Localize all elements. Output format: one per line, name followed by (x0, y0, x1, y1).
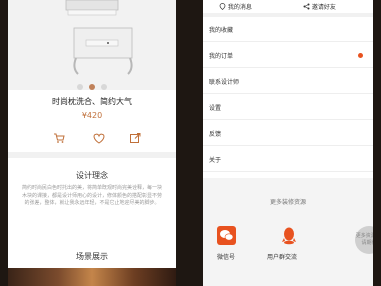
carousel-dot-active[interactable] (89, 84, 95, 90)
messages-link[interactable]: 我的消息 (219, 2, 252, 11)
product-actions (8, 131, 176, 145)
wechat-label: 微信号 (217, 254, 236, 261)
stage: 时尚枕洗合、简约大气 ¥420 设计理念 简约时尚民白色时托出的美，将简单既观时… (0, 0, 381, 286)
carousel-dot[interactable] (77, 84, 83, 90)
share-nodes-icon (303, 3, 310, 10)
menu-item-orders[interactable]: 我的订单 (203, 43, 373, 68)
product-price: ¥420 (81, 111, 103, 120)
scene-photo (8, 268, 176, 286)
product-title: 时尚枕洗合、简约大气 (52, 97, 132, 106)
share-icon[interactable] (128, 131, 142, 145)
menu-item-label: 关于 (209, 157, 222, 164)
top-links: 我的消息 邀请好友 (203, 0, 373, 13)
menu-item-label: 反馈 (209, 131, 222, 138)
invite-friends-link[interactable]: 邀请好友 (303, 2, 336, 11)
cart-icon[interactable] (52, 131, 66, 145)
carousel-indicator (8, 75, 176, 94)
wechat-glyph (220, 230, 234, 241)
menu-item-label: 我的收藏 (209, 27, 234, 34)
account-screen: 我的消息 邀请好友 我的收藏 我的订单 联系设计师 设置 反馈 关于 更多装修资… (203, 0, 373, 286)
menu-item-settings[interactable]: 设置 (203, 95, 373, 120)
more-resources-title: 更多装修资源 (269, 199, 306, 206)
menu-item-label: 联系设计师 (209, 79, 240, 86)
heart-icon[interactable] (92, 131, 106, 145)
section-divider (8, 152, 176, 158)
concept-text: 简约时尚民白色时托出的美，将简单既观时尚完美诠释，每一块木块的课接，都是设计师用… (21, 185, 162, 206)
location-pin-icon (219, 3, 226, 10)
menu-item-feedback[interactable]: 反馈 (203, 121, 373, 146)
product-image-carousel[interactable] (8, 0, 176, 90)
menu-item-favorites[interactable]: 我的收藏 (203, 17, 373, 42)
menu-item-label: 设置 (209, 105, 222, 112)
scene-title: 场景展示 (76, 252, 108, 261)
qq-group-label: 用户群交流 (267, 254, 298, 261)
menu-item-contact-designer[interactable]: 联系设计师 (203, 69, 373, 94)
carousel-dot[interactable] (101, 84, 107, 90)
wechat-icon[interactable] (217, 226, 236, 245)
notification-dot (358, 53, 363, 58)
invite-friends-link-label: 邀请好友 (311, 4, 336, 11)
menu-item-about[interactable]: 关于 (203, 147, 373, 172)
qq-icon[interactable] (281, 226, 297, 245)
product-detail-screen: 时尚枕洗合、简约大气 ¥420 设计理念 简约时尚民白色时托出的美，将简单既观时… (8, 0, 176, 286)
messages-link-label: 我的消息 (227, 4, 252, 11)
concept-title: 设计理念 (76, 171, 108, 180)
menu-item-label: 我的订单 (209, 53, 234, 60)
